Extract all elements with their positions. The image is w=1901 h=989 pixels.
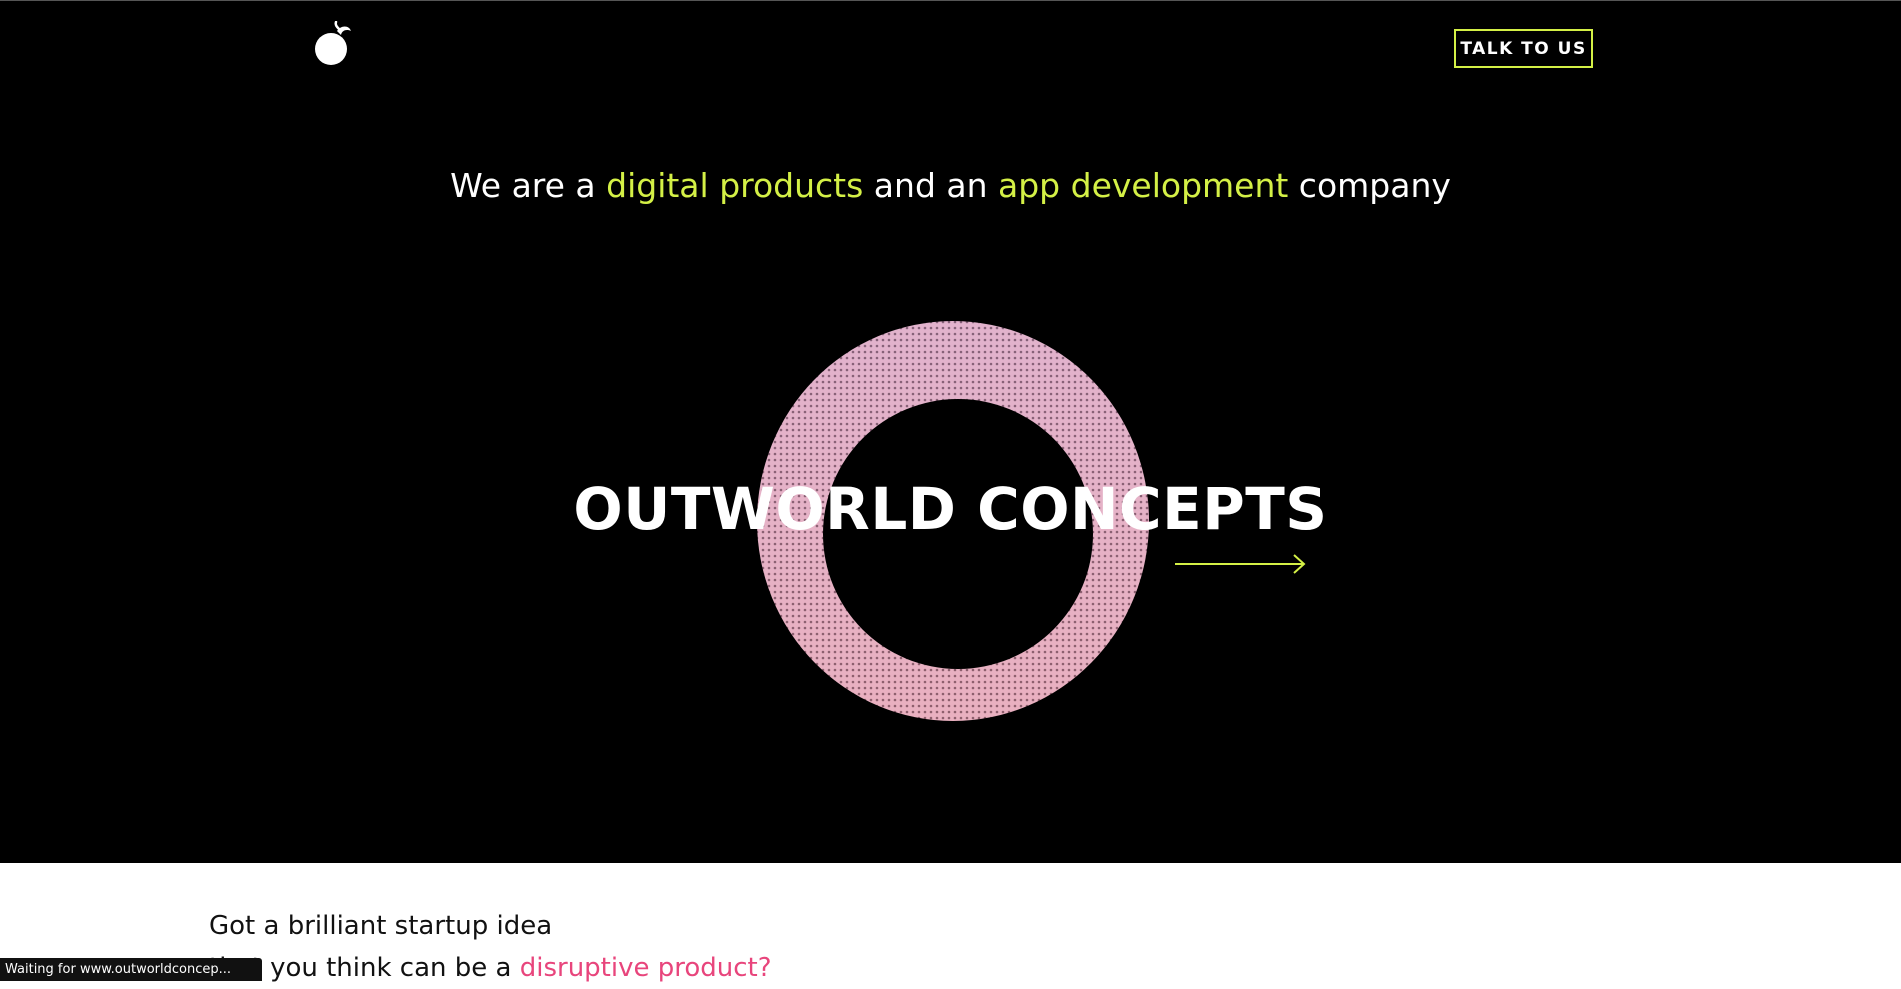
intro-text: Got a brilliant startup idea that you th… <box>209 905 772 989</box>
talk-to-us-button[interactable]: TALK TO US <box>1454 29 1593 68</box>
hero-title: OUTWORLD CONCEPTS <box>573 475 1328 543</box>
intro-highlight-disruptive-product: disruptive product? <box>519 953 772 983</box>
tagline-part-2: and an <box>863 166 999 205</box>
logo-link[interactable] <box>311 20 355 69</box>
tagline-highlight-app-development: app development <box>998 166 1289 205</box>
tagline-part-1: We are a <box>450 166 607 205</box>
browser-status-bar: Waiting for www.outworldconcep... <box>0 958 262 981</box>
tagline-highlight-digital-products: digital products <box>606 166 864 205</box>
intro-line-1: Got a brilliant startup idea <box>209 911 553 941</box>
intro-line-2: that you think can be a disruptive produ… <box>209 947 772 989</box>
hero-tagline: We are a digital products and an app dev… <box>0 163 1901 209</box>
tagline-part-3: company <box>1288 166 1451 205</box>
arrow-right-icon[interactable] <box>1173 553 1307 575</box>
hero-section: TALK TO US We are a digital products and… <box>0 0 1901 863</box>
planet-moon-icon <box>315 20 351 65</box>
